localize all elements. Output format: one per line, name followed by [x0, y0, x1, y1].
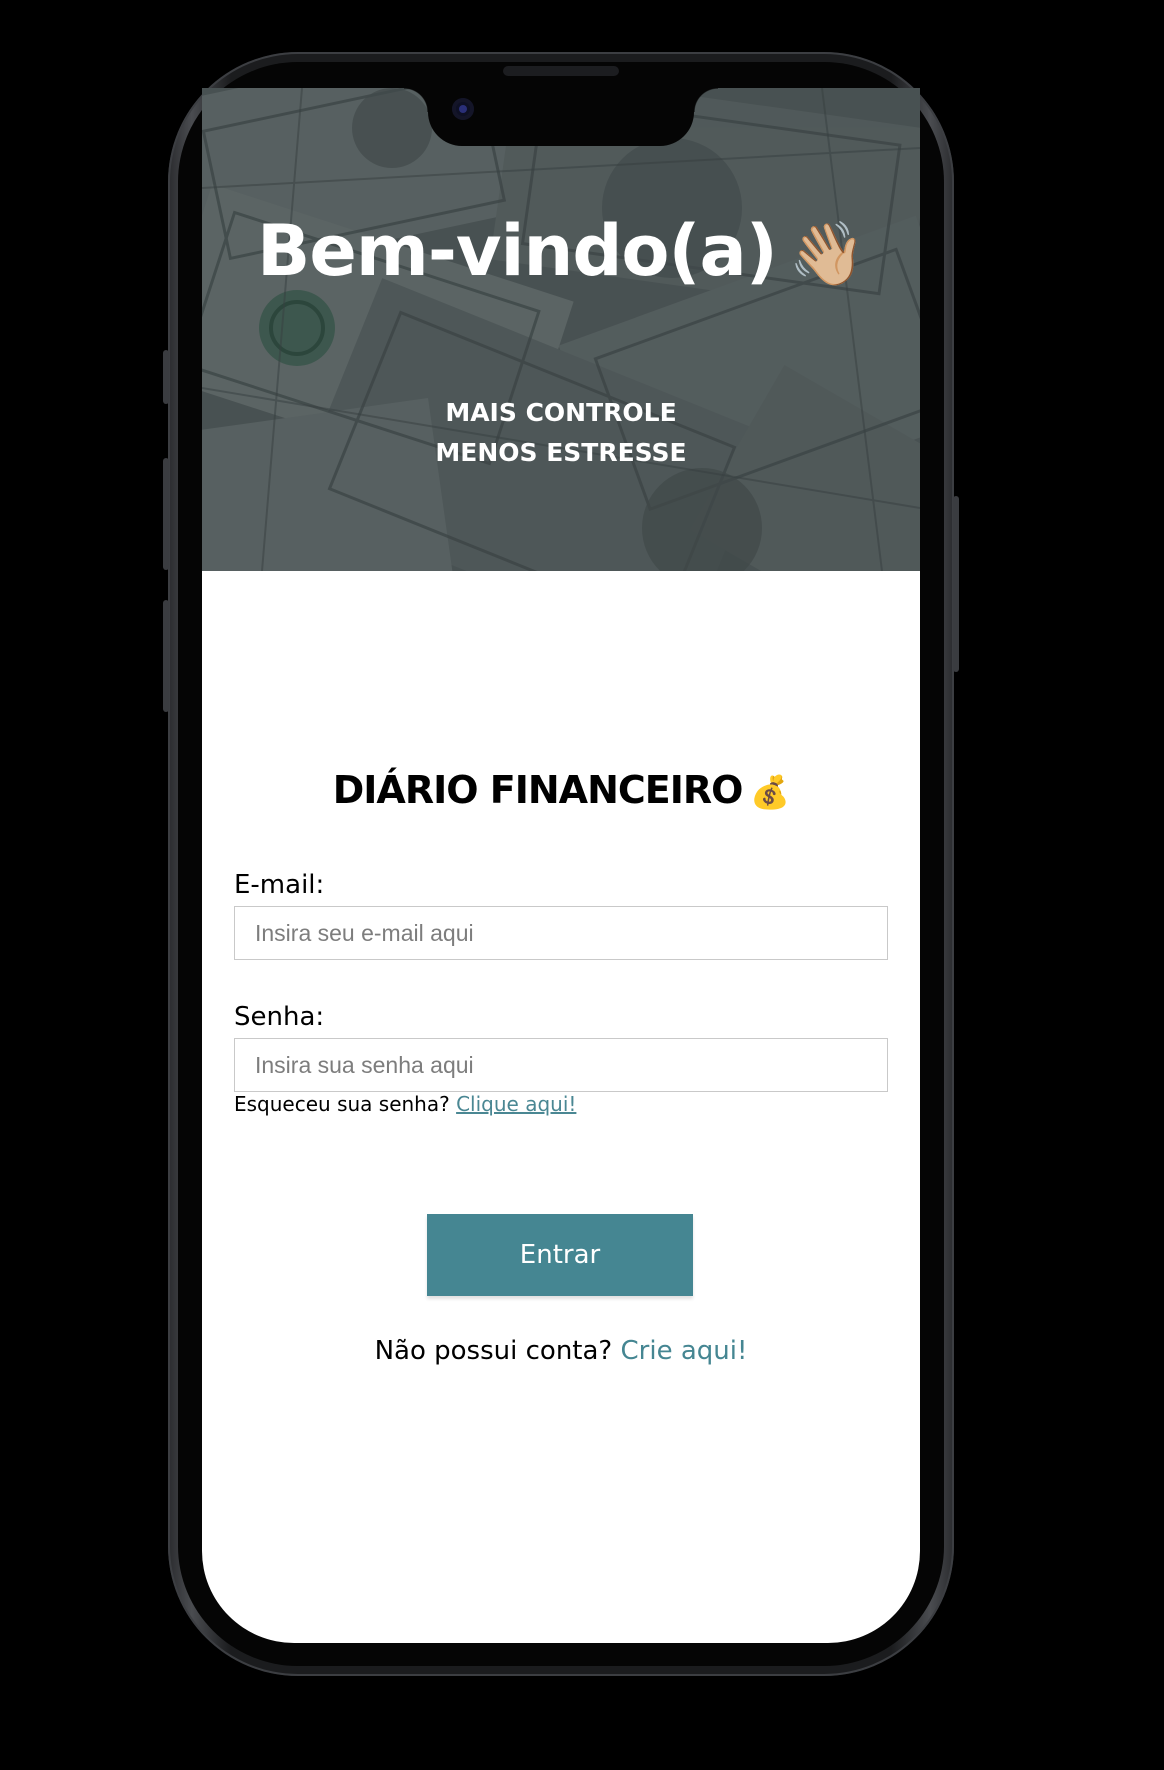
- signup-text: Não possui conta?: [374, 1336, 613, 1366]
- forgot-password-link[interactable]: Clique aqui!: [456, 1092, 576, 1116]
- volume-up-button: [163, 458, 169, 570]
- password-label: Senha:: [234, 1002, 325, 1032]
- forgot-password-text: Esqueceu sua senha?: [234, 1092, 450, 1116]
- password-field[interactable]: [234, 1038, 888, 1092]
- signup-link[interactable]: Crie aqui!: [621, 1336, 748, 1366]
- signup-row: Não possui conta? Crie aqui!: [202, 1336, 920, 1366]
- mute-switch: [163, 350, 169, 404]
- forgot-password-row: Esqueceu sua senha? Clique aqui!: [234, 1092, 576, 1116]
- volume-down-button: [163, 600, 169, 712]
- login-form: E-mail: Senha: Esqueceu sua senha? Cliqu…: [202, 88, 920, 1643]
- login-button[interactable]: Entrar: [427, 1214, 693, 1296]
- email-label: E-mail:: [234, 870, 325, 900]
- front-camera-icon: [452, 98, 474, 120]
- power-button: [953, 496, 959, 672]
- email-field[interactable]: [234, 906, 888, 960]
- speaker-grille: [503, 66, 619, 76]
